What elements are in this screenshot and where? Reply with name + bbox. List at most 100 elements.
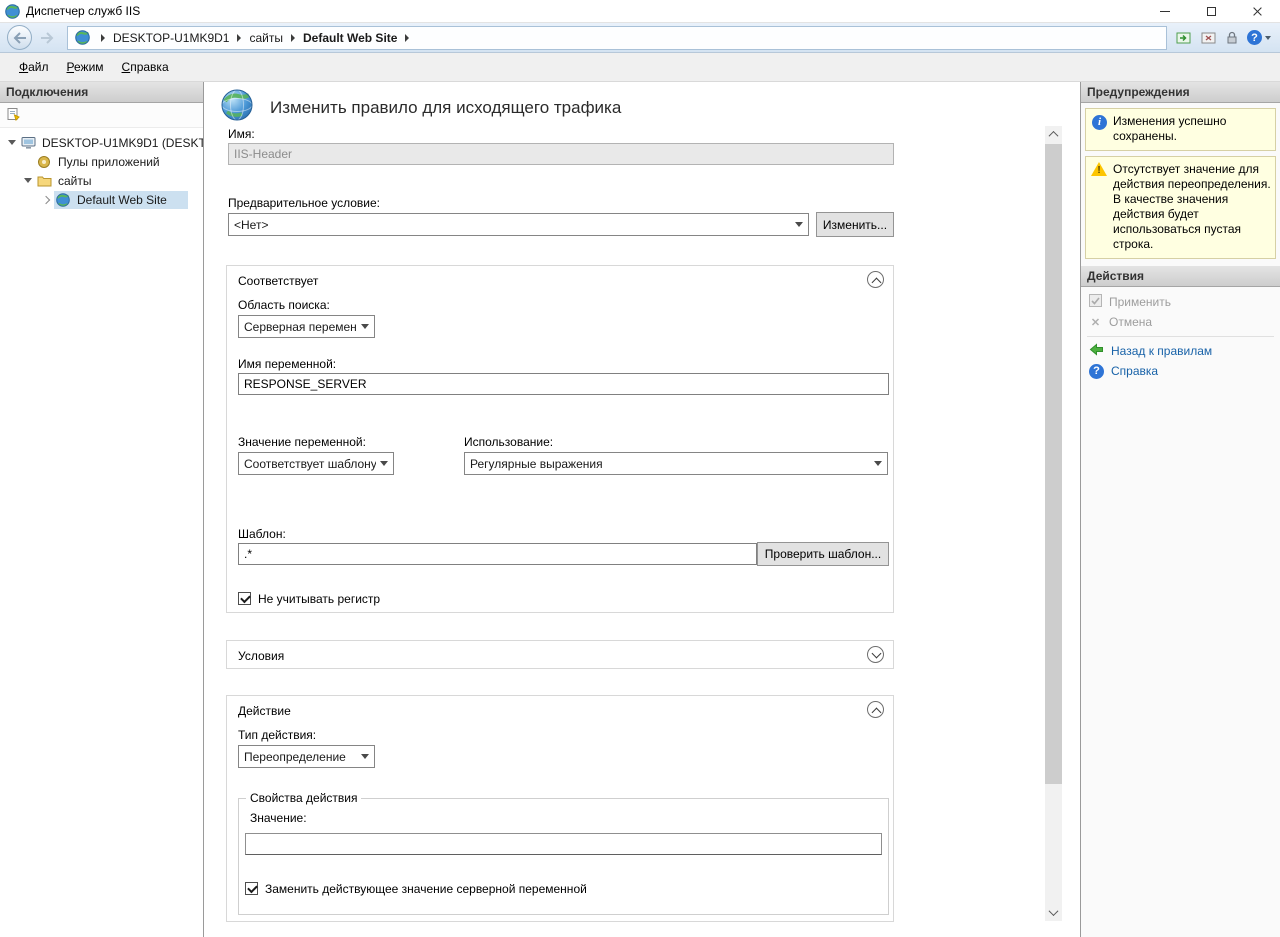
breadcrumb-separator-icon xyxy=(237,34,241,42)
collapse-section-button[interactable] xyxy=(867,701,884,718)
close-icon xyxy=(1252,6,1263,17)
tree-item-label: сайты xyxy=(55,173,95,189)
action-section-title: Действие xyxy=(238,704,291,718)
collapse-section-button[interactable] xyxy=(867,271,884,288)
back-button[interactable] xyxy=(7,25,32,50)
expand-section-button[interactable] xyxy=(867,646,884,663)
minimize-button[interactable] xyxy=(1142,0,1188,22)
tree-item-default-web-site[interactable]: Default Web Site xyxy=(0,190,203,209)
apply-icon xyxy=(1089,294,1102,310)
scrollbar-thumb[interactable] xyxy=(1045,144,1062,784)
help-action[interactable]: ? Справка xyxy=(1081,361,1280,381)
iis-app-icon xyxy=(5,4,20,19)
menu-help[interactable]: Справка xyxy=(113,57,178,77)
help-button[interactable]: ? xyxy=(1247,30,1271,45)
scroll-up-button[interactable] xyxy=(1045,126,1062,143)
pattern-input[interactable] xyxy=(238,543,757,565)
breadcrumb-item-sites[interactable]: сайты xyxy=(249,31,283,45)
action-properties-group: Свойства действия Значение: Заменить дей… xyxy=(238,798,889,915)
precondition-label: Предварительное условие: xyxy=(228,196,380,210)
action-type-dropdown[interactable]: Переопределение xyxy=(238,745,375,768)
action-properties-title: Свойства действия xyxy=(246,791,361,805)
new-connection-icon[interactable] xyxy=(6,107,21,124)
variable-name-label: Имя переменной: xyxy=(238,357,336,371)
replace-value-checkbox[interactable] xyxy=(245,882,258,895)
actions-list: Применить ✕ Отмена Назад к правилам ? Сп… xyxy=(1081,287,1280,381)
scope-dropdown[interactable]: Серверная переменн xyxy=(238,315,375,338)
stop-button[interactable] xyxy=(1201,31,1217,45)
globe-icon xyxy=(75,30,90,45)
window-title: Диспетчер служб IIS xyxy=(26,4,140,18)
chevron-down-icon xyxy=(874,461,882,466)
connections-tree: DESKTOP-U1MK9D1 (DESKTOP Пулы приложений… xyxy=(0,128,203,209)
application-pools-icon xyxy=(36,154,52,170)
menu-view[interactable]: Режим xyxy=(58,57,113,77)
breadcrumb-separator-icon xyxy=(101,34,105,42)
scroll-down-button[interactable] xyxy=(1045,904,1062,921)
alerts-header: Предупреждения xyxy=(1081,82,1280,103)
lock-icon xyxy=(1226,31,1238,45)
connections-toolbar xyxy=(0,103,203,128)
app-body: Подключения DESKTOP-U1MK9D1 (DESKTOP Пул… xyxy=(0,82,1280,937)
expander-closed-icon xyxy=(42,195,50,203)
chevron-down-icon xyxy=(1049,906,1059,916)
ignore-case-checkbox[interactable] xyxy=(238,592,251,605)
action-type-label: Тип действия: xyxy=(238,728,316,742)
action-section: Действие Тип действия: Переопределение С… xyxy=(226,695,894,922)
back-to-rules-action[interactable]: Назад к правилам xyxy=(1081,341,1280,361)
tree-item-label: DESKTOP-U1MK9D1 (DESKTOP xyxy=(39,135,203,151)
info-icon: i xyxy=(1092,115,1107,130)
menu-file[interactable]: Файл xyxy=(10,57,58,77)
breadcrumb: DESKTOP-U1MK9D1 сайты Default Web Site xyxy=(67,26,1167,50)
action-value-input[interactable] xyxy=(245,833,882,855)
action-value-label: Значение: xyxy=(250,811,307,825)
tree-item-server[interactable]: DESKTOP-U1MK9D1 (DESKTOP xyxy=(0,133,203,152)
usage-label: Использование: xyxy=(464,435,553,449)
breadcrumb-item-default-web-site[interactable]: Default Web Site xyxy=(303,31,397,45)
titlebar: Диспетчер служб IIS xyxy=(0,0,1280,22)
variable-name-input[interactable] xyxy=(238,373,889,395)
variable-value-dropdown[interactable]: Соответствует шаблону xyxy=(238,452,394,475)
maximize-button[interactable] xyxy=(1188,0,1234,22)
breadcrumb-item-server[interactable]: DESKTOP-U1MK9D1 xyxy=(113,31,229,45)
apply-label: Применить xyxy=(1109,295,1171,309)
forward-arrow-icon xyxy=(40,32,54,44)
right-panel: Предупреждения i Изменения успешно сохра… xyxy=(1080,82,1280,937)
back-to-rules-label: Назад к правилам xyxy=(1111,344,1212,358)
chevron-up-icon xyxy=(1049,131,1059,141)
ignore-case-label: Не учитывать регистр xyxy=(258,592,380,606)
window-controls xyxy=(1142,0,1280,22)
test-pattern-button[interactable]: Проверить шаблон... xyxy=(757,542,889,566)
server-icon xyxy=(20,135,36,151)
warning-exclamation: ! xyxy=(1091,163,1107,178)
back-green-arrow-icon xyxy=(1089,343,1104,359)
edit-precondition-button[interactable]: Изменить... xyxy=(816,212,894,237)
tree-item-sites[interactable]: сайты xyxy=(0,171,203,190)
help-icon: ? xyxy=(1089,364,1104,379)
chevron-down-icon xyxy=(795,222,803,227)
breadcrumb-separator-icon xyxy=(291,34,295,42)
actions-header: Действия xyxy=(1081,266,1280,287)
chevron-down-icon xyxy=(361,324,369,329)
usage-dropdown[interactable]: Регулярные выражения xyxy=(464,452,888,475)
warning-alert: ! Отсутствует значение для действия пере… xyxy=(1085,156,1276,259)
stop-icon xyxy=(1201,31,1217,45)
address-bar-icons: ? xyxy=(1176,30,1271,45)
close-button[interactable] xyxy=(1234,0,1280,22)
conditions-section: Условия xyxy=(226,640,894,669)
lock-button[interactable] xyxy=(1226,31,1238,45)
precondition-dropdown[interactable]: <Нет> xyxy=(228,213,809,236)
name-input[interactable] xyxy=(228,143,894,165)
replace-value-label: Заменить действующее значение серверной … xyxy=(265,882,587,896)
forward-button[interactable] xyxy=(35,26,58,49)
site-globe-icon xyxy=(55,192,71,208)
refresh-button[interactable] xyxy=(1176,31,1192,45)
breadcrumb-separator-icon xyxy=(405,34,409,42)
actions-separator xyxy=(1087,336,1274,337)
vertical-scrollbar[interactable] xyxy=(1045,126,1062,921)
info-alert-text: Изменения успешно сохранены. xyxy=(1113,114,1226,143)
tree-item-label: Пулы приложений xyxy=(55,154,163,170)
tree-item-app-pools[interactable]: Пулы приложений xyxy=(0,152,203,171)
menubar: Файл Режим Справка xyxy=(0,53,1280,82)
chevron-down-icon xyxy=(361,754,369,759)
